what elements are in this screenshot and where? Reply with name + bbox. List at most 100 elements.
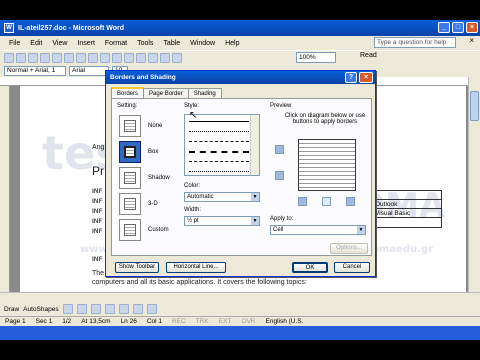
preview-diagram[interactable]	[298, 139, 356, 191]
menu-help[interactable]: Help	[220, 40, 244, 47]
setting-shadow[interactable]	[119, 167, 141, 189]
permission-icon[interactable]	[40, 52, 50, 63]
top-border-button[interactable]	[275, 145, 284, 154]
setting-custom[interactable]	[119, 219, 141, 241]
apply-to-dropdown[interactable]: Cell ▼	[270, 225, 366, 235]
email-icon[interactable]	[52, 52, 62, 63]
print-icon[interactable]	[64, 52, 74, 63]
research-icon[interactable]	[100, 52, 110, 63]
right-border-button[interactable]	[346, 197, 355, 206]
save-icon[interactable]	[28, 52, 38, 63]
print-preview-icon[interactable]	[76, 52, 86, 63]
help-icon[interactable]: ?	[345, 72, 357, 83]
bottom-border-button[interactable]	[275, 171, 284, 180]
spelling-icon[interactable]	[88, 52, 98, 63]
width-dropdown[interactable]: ½ pt ▼	[184, 216, 260, 226]
font-select[interactable]: Arial	[69, 65, 109, 76]
font-color-icon[interactable]	[146, 304, 157, 314]
oval-icon[interactable]	[104, 304, 115, 314]
status-trk[interactable]: TRK	[191, 318, 214, 325]
dialog-title: Borders and Shading	[110, 74, 176, 81]
ok-button[interactable]: OK	[292, 262, 328, 273]
tab-shading[interactable]: Shading	[187, 88, 222, 98]
scroll-thumb[interactable]	[470, 91, 479, 121]
copy-icon[interactable]	[124, 52, 134, 63]
menu-view[interactable]: View	[47, 40, 72, 47]
undo-icon[interactable]	[160, 52, 170, 63]
options-button[interactable]: Options...	[330, 243, 368, 254]
menu-bar: File Edit View Insert Format Tools Table…	[0, 36, 480, 50]
setting-none[interactable]	[119, 115, 141, 137]
style-select[interactable]: Normal + Arial, 1	[4, 65, 66, 76]
color-dropdown[interactable]: Automatic ▼	[184, 192, 260, 202]
setting-shadow-label: Shadow	[148, 175, 170, 181]
help-search-input[interactable]: Type a question for help	[374, 37, 456, 48]
cancel-button[interactable]: Cancel	[334, 262, 370, 273]
format-painter-icon[interactable]	[148, 52, 158, 63]
line-icon[interactable]	[62, 304, 73, 314]
setting-box-label: Box	[148, 149, 159, 155]
autoshapes-menu[interactable]: AutoShapes	[23, 306, 58, 313]
tab-page-border[interactable]: Page Border	[143, 88, 189, 98]
fill-color-icon[interactable]	[132, 304, 143, 314]
new-icon[interactable]	[4, 52, 14, 63]
draw-menu[interactable]: Draw	[4, 306, 19, 313]
style-dash-dot-dot[interactable]	[189, 171, 249, 172]
status-ext[interactable]: EXT	[214, 318, 237, 325]
standard-toolbar: 100% Read	[0, 50, 480, 64]
setting-3d-label: 3-D	[148, 201, 158, 207]
menu-file[interactable]: File	[4, 40, 25, 47]
menu-table[interactable]: Table	[158, 40, 185, 47]
tab-borders[interactable]: Borders	[111, 87, 145, 98]
chevron-down-icon: ▼	[251, 193, 259, 201]
close-button[interactable]: ×	[466, 22, 478, 33]
vertical-scrollbar[interactable]	[468, 77, 480, 292]
status-section: Sec 1	[35, 318, 53, 325]
open-icon[interactable]	[16, 52, 26, 63]
show-toolbar-button[interactable]: Show Toolbar	[115, 262, 159, 273]
dialog-titlebar: Borders and Shading ? ×	[106, 71, 375, 84]
cut-icon[interactable]	[112, 52, 122, 63]
style-dotted[interactable]	[189, 131, 249, 132]
setting-3d[interactable]	[119, 193, 141, 215]
horizontal-line-button[interactable]: Horizontal Line...	[166, 262, 226, 273]
read-button[interactable]: Read	[360, 52, 377, 59]
style-dashed[interactable]	[189, 141, 249, 142]
style-solid[interactable]	[189, 121, 249, 122]
close-document-icon[interactable]: ×	[469, 36, 474, 45]
setting-box[interactable]	[119, 141, 141, 163]
doc-inf-heading: INF	[92, 256, 103, 263]
maximize-button[interactable]: □	[452, 22, 464, 33]
status-ovr[interactable]: OVR	[236, 318, 260, 325]
status-pages: 1/2	[62, 318, 72, 325]
inside-vertical-button[interactable]	[322, 197, 331, 206]
doc-inf-row: INF	[92, 198, 103, 205]
window-titlebar: W IL-ateil257.doc - Microsoft Word _ □ ×	[0, 20, 480, 36]
style-long-dash[interactable]	[189, 151, 249, 153]
arrow-icon[interactable]	[76, 304, 87, 314]
menu-insert[interactable]: Insert	[72, 40, 100, 47]
horizontal-scrollbar[interactable]	[0, 292, 480, 302]
rectangle-icon[interactable]	[90, 304, 101, 314]
status-position: At 13,5cm	[81, 318, 111, 325]
left-border-button[interactable]	[298, 197, 307, 206]
table-cell	[373, 191, 441, 200]
setting-custom-label: Custom	[148, 227, 169, 233]
redo-icon[interactable]	[172, 52, 182, 63]
paste-icon[interactable]	[136, 52, 146, 63]
menu-format[interactable]: Format	[100, 40, 132, 47]
menu-edit[interactable]: Edit	[25, 40, 47, 47]
chevron-down-icon: ▼	[251, 217, 259, 225]
width-value: ½ pt	[187, 218, 199, 224]
menu-window[interactable]: Window	[185, 40, 220, 47]
zoom-select[interactable]: 100%	[296, 52, 336, 63]
minimize-button[interactable]: _	[438, 22, 450, 33]
status-rec[interactable]: REC	[167, 318, 191, 325]
style-dash-dot[interactable]	[189, 161, 249, 162]
textbox-icon[interactable]	[118, 304, 129, 314]
style-list[interactable]	[184, 114, 260, 176]
doc-body-line: computers and all its basic applications…	[92, 279, 307, 286]
menu-tools[interactable]: Tools	[132, 40, 158, 47]
dialog-close-button[interactable]: ×	[359, 72, 373, 83]
style-list-scrollbar[interactable]	[250, 115, 259, 175]
